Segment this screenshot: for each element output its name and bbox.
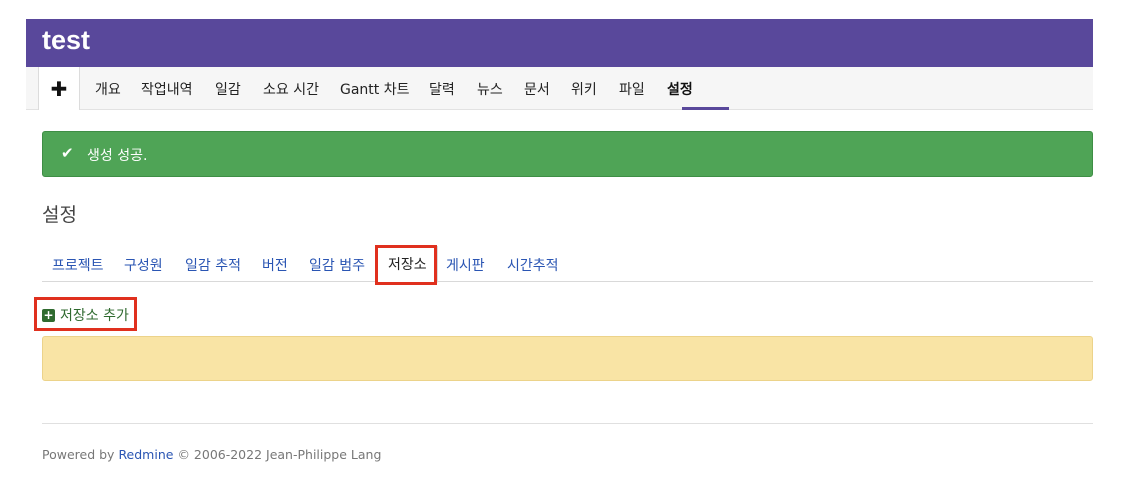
- footer: Powered by Redmine © 2006-2022 Jean-Phil…: [42, 447, 381, 462]
- tab-selected-indicator: [682, 107, 729, 110]
- settings-tabs: 프로젝트 구성원 일감 추적 버전 일감 범주 저장소 게시판 시간추적: [42, 246, 1093, 283]
- redmine-link[interactable]: Redmine: [118, 447, 173, 462]
- tab-files[interactable]: 파일: [619, 79, 645, 99]
- add-repository-label: 저장소 추가: [60, 308, 129, 324]
- footer-divider: [42, 423, 1093, 424]
- flash-message: 생성 성공.: [87, 148, 148, 164]
- main-menu: ✚ 개요 작업내역 일감 소요 시간 Gantt 차트 달력 뉴스 문서 위키 …: [26, 67, 1093, 110]
- tab-issues[interactable]: 일감: [215, 79, 241, 99]
- settings-tab-repositories[interactable]: 저장소: [377, 246, 438, 283]
- tab-settings[interactable]: 설정: [667, 79, 693, 99]
- project-title[interactable]: test: [42, 25, 90, 56]
- tab-calendar[interactable]: 달력: [429, 79, 455, 99]
- footer-copyright: © 2006-2022 Jean-Philippe Lang: [177, 447, 382, 462]
- add-icon: +: [42, 307, 55, 322]
- no-data-warning: [42, 336, 1093, 381]
- settings-tab-versions[interactable]: 버전: [262, 255, 288, 275]
- check-icon: ✔: [61, 144, 74, 162]
- tab-news[interactable]: 뉴스: [477, 79, 503, 99]
- settings-tab-members[interactable]: 구성원: [124, 255, 163, 275]
- settings-tab-boards[interactable]: 게시판: [446, 255, 485, 275]
- footer-prefix: Powered by: [42, 447, 115, 462]
- add-repository-link[interactable]: + 저장소 추가: [42, 305, 129, 325]
- tab-documents[interactable]: 문서: [524, 79, 550, 99]
- settings-tab-issue-categories[interactable]: 일감 범주: [309, 255, 365, 275]
- tab-activity[interactable]: 작업내역: [141, 79, 193, 99]
- plus-icon[interactable]: ✚: [38, 67, 80, 110]
- flash-notice: ✔ 생성 성공.: [42, 131, 1093, 177]
- tab-spent-time[interactable]: 소요 시간: [263, 79, 319, 99]
- tab-wiki[interactable]: 위키: [571, 79, 597, 99]
- page-title: 설정: [42, 204, 77, 226]
- settings-tab-issue-tracking[interactable]: 일감 추적: [185, 255, 241, 275]
- tab-gantt[interactable]: Gantt 차트: [340, 79, 410, 99]
- settings-tab-project[interactable]: 프로젝트: [52, 255, 104, 275]
- settings-tab-time-tracking[interactable]: 시간추적: [507, 255, 559, 275]
- tab-overview[interactable]: 개요: [95, 79, 121, 99]
- project-header: test: [26, 19, 1093, 67]
